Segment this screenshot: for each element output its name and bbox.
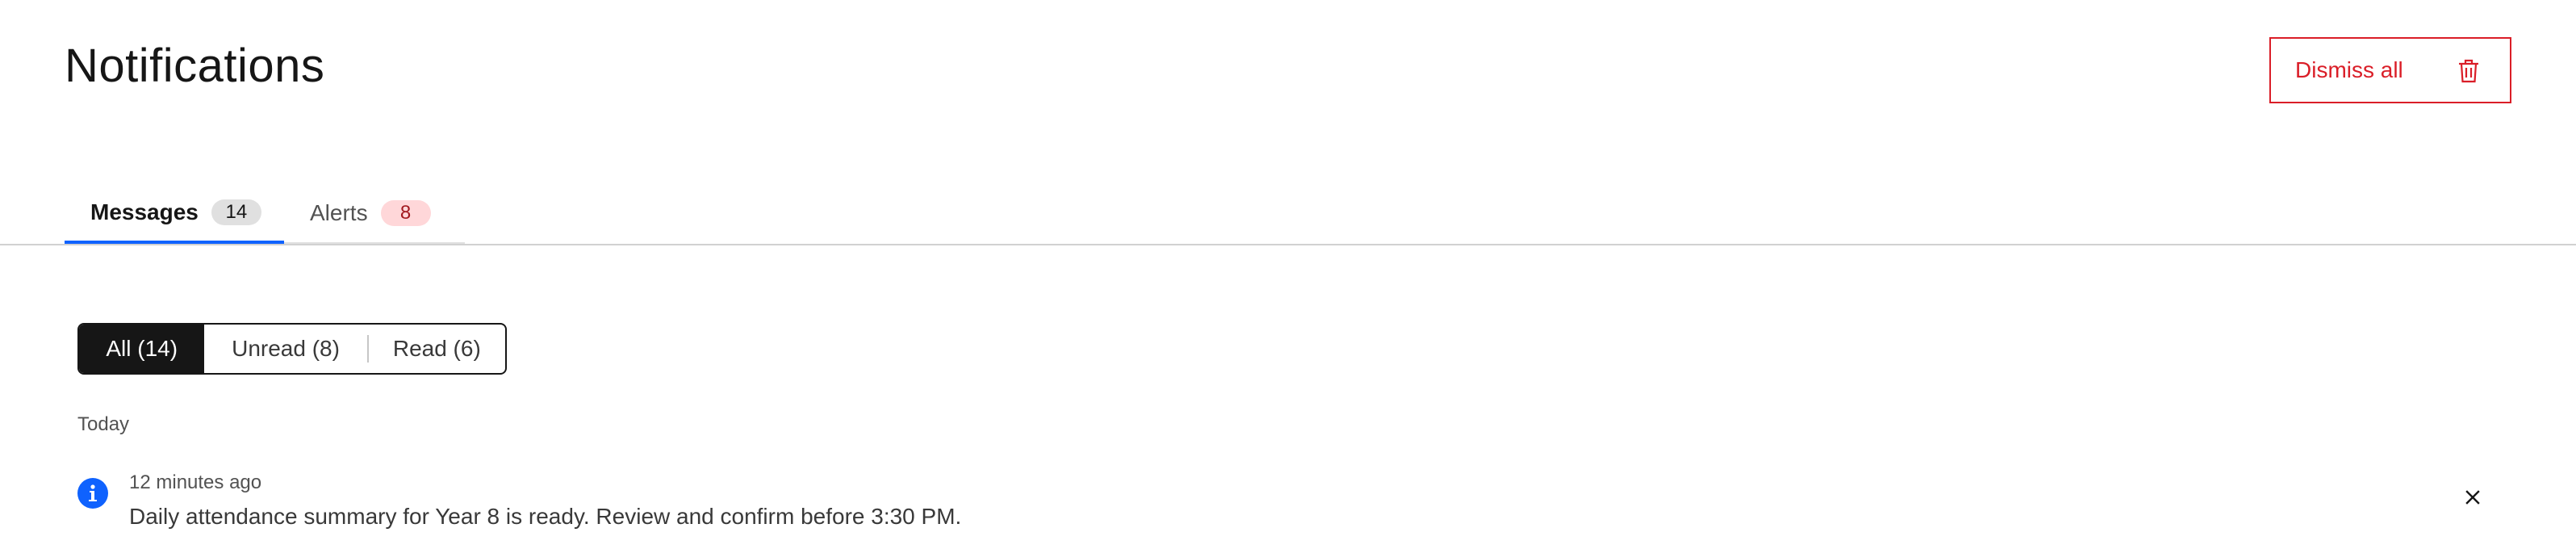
filter-unread-button[interactable]: Unread (8)	[204, 325, 366, 373]
filter-read-button[interactable]: Read (6)	[369, 325, 505, 373]
notification-time: 12 minutes ago	[129, 471, 262, 493]
alerts-count-badge: 8	[380, 200, 431, 226]
tab-messages[interactable]: Messages 14	[65, 184, 284, 244]
filter-all-button[interactable]: All (14)	[79, 325, 205, 373]
tabs-divider	[0, 244, 2576, 245]
close-icon	[2465, 490, 2480, 505]
notification-message: Daily attendance summary for Year 8 is r…	[129, 504, 962, 529]
dismiss-all-button[interactable]: Dismiss all	[2269, 37, 2511, 103]
close-notification-button[interactable]	[2457, 481, 2489, 513]
tab-alerts[interactable]: Alerts 8	[284, 184, 465, 244]
info-icon	[77, 478, 108, 509]
filter-switcher: All (14) Unread (8) Read (6)	[77, 323, 507, 375]
dismiss-all-label: Dismiss all	[2295, 57, 2403, 82]
page-title: Notifications	[65, 40, 325, 92]
tab-messages-label: Messages	[90, 199, 199, 224]
messages-count-badge: 14	[211, 199, 261, 225]
tab-alerts-label: Alerts	[310, 200, 368, 225]
trash-icon	[2459, 59, 2478, 83]
section-label-today: Today	[77, 413, 130, 435]
tab-list: Messages 14 Alerts 8	[65, 184, 465, 244]
